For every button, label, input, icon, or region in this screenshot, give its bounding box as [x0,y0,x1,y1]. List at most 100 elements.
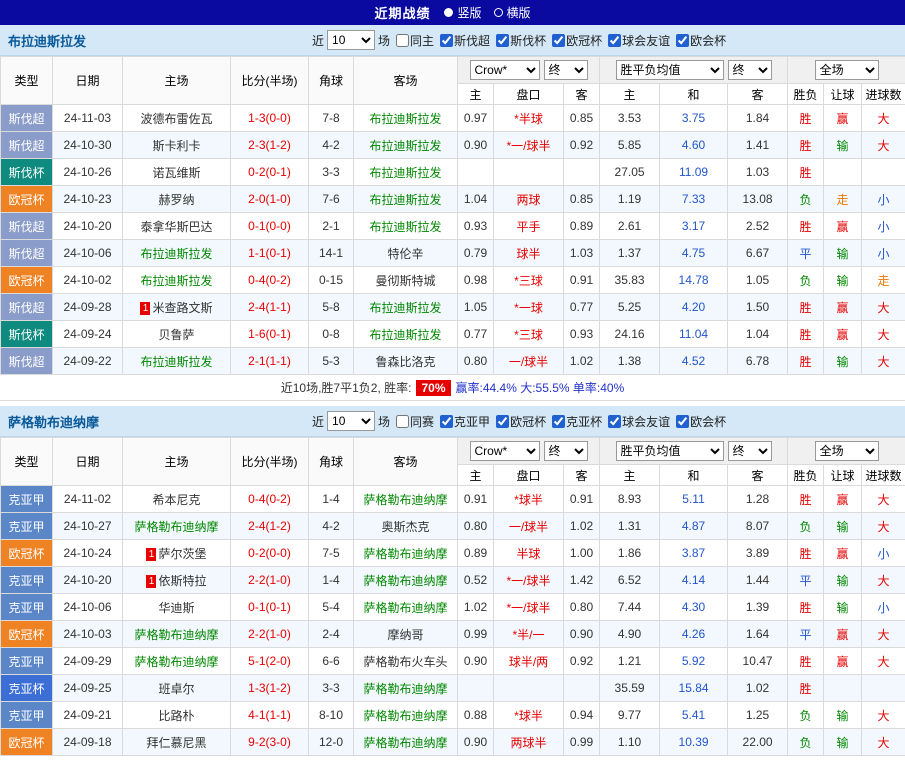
team-link[interactable]: 布拉迪斯拉发 [369,301,441,315]
scope-select[interactable]: 全场 [815,441,879,461]
home-team[interactable]: 诺瓦维斯 [123,159,231,186]
away-team[interactable]: 奥斯杰克 [354,513,458,540]
league-filter-checkbox[interactable]: 欧会杯 [676,32,726,49]
checkbox-input[interactable] [552,415,565,428]
team-link[interactable]: 特伦辛 [387,247,423,261]
checkbox-input[interactable] [496,415,509,428]
team-link[interactable]: 萨格勒布迪纳摩 [363,493,447,507]
away-team[interactable]: 特伦辛 [354,240,458,267]
team-link[interactable]: 布拉迪斯拉发 [369,139,441,153]
team-link[interactable]: 萨格勒布迪纳摩 [363,736,447,750]
home-team[interactable]: 贝鲁萨 [123,321,231,348]
away-team[interactable]: 鲁森比洛克 [354,348,458,375]
away-team[interactable]: 萨格勒布迪纳摩 [354,486,458,513]
odds-time-select[interactable]: 终 [544,60,588,80]
league-filter-checkbox[interactable]: 同主 [396,32,434,49]
away-team[interactable]: 萨格勒布迪纳摩 [354,567,458,594]
league-filter-checkbox[interactable]: 克亚甲 [440,413,490,430]
team-link[interactable]: 萨尔茨堡 [158,547,206,561]
match-count-select[interactable]: 10 [327,30,375,50]
home-team[interactable]: 1米查路文斯 [123,294,231,321]
score-link[interactable]: 0-4(0-2) [231,267,309,294]
home-team[interactable]: 布拉迪斯拉发 [123,240,231,267]
away-team[interactable]: 萨格勒布迪纳摩 [354,729,458,756]
team-link[interactable]: 萨格勒布迪纳摩 [363,574,447,588]
score-link[interactable]: 1-6(0-1) [231,321,309,348]
score-link[interactable]: 2-4(1-2) [231,513,309,540]
scope-select[interactable]: 全场 [815,60,879,80]
team-link[interactable]: 萨格勒布迪纳摩 [363,547,447,561]
team-link[interactable]: 波德布雷佐瓦 [140,112,212,126]
wdl-average-select[interactable]: 胜平负均值 [616,60,724,80]
team-link[interactable]: 萨格勒布迪纳摩 [363,682,447,696]
team-link[interactable]: 萨格勒布迪纳摩 [363,709,447,723]
view-mode-radio[interactable]: 竖版 [444,4,481,21]
team-link[interactable]: 诺瓦维斯 [152,166,200,180]
team-link[interactable]: 萨格勒布火车头 [363,655,447,669]
score-link[interactable]: 2-2(1-0) [231,621,309,648]
radio-icon[interactable] [444,8,453,17]
league-filter-checkbox[interactable]: 同赛 [396,413,434,430]
team-link[interactable]: 贝鲁萨 [158,328,194,342]
home-team[interactable]: 萨格勒布迪纳摩 [123,621,231,648]
away-team[interactable]: 布拉迪斯拉发 [354,213,458,240]
checkbox-input[interactable] [552,34,565,47]
checkbox-input[interactable] [440,34,453,47]
home-team[interactable]: 比路朴 [123,702,231,729]
home-team[interactable]: 班卓尔 [123,675,231,702]
team-name[interactable]: 布拉迪斯拉发 [0,31,312,50]
team-link[interactable]: 布拉迪斯拉发 [369,328,441,342]
score-link[interactable]: 1-1(0-1) [231,240,309,267]
team-name[interactable]: 萨格勒布迪纳摩 [0,412,312,431]
away-team[interactable]: 曼彻斯特城 [354,267,458,294]
away-team[interactable]: 萨格勒布迪纳摩 [354,675,458,702]
league-filter-checkbox[interactable]: 球会友谊 [608,32,670,49]
score-link[interactable]: 4-1(1-1) [231,702,309,729]
team-link[interactable]: 曼彻斯特城 [375,274,435,288]
team-link[interactable]: 萨格勒布迪纳摩 [134,628,218,642]
wdl-average-select[interactable]: 胜平负均值 [616,441,724,461]
league-filter-checkbox[interactable]: 欧冠杯 [496,413,546,430]
home-team[interactable]: 萨格勒布迪纳摩 [123,513,231,540]
home-team[interactable]: 希本尼克 [123,486,231,513]
away-team[interactable]: 摩纳哥 [354,621,458,648]
away-team[interactable]: 布拉迪斯拉发 [354,159,458,186]
home-team[interactable]: 布拉迪斯拉发 [123,348,231,375]
bookmaker-select[interactable]: Crow* [470,441,540,461]
team-link[interactable]: 布拉迪斯拉发 [369,220,441,234]
score-link[interactable]: 2-0(1-0) [231,186,309,213]
away-team[interactable]: 萨格勒布迪纳摩 [354,594,458,621]
wdl-time-select[interactable]: 终 [728,441,772,461]
score-link[interactable]: 9-2(3-0) [231,729,309,756]
away-team[interactable]: 布拉迪斯拉发 [354,186,458,213]
team-link[interactable]: 米查路文斯 [152,301,212,315]
score-link[interactable]: 5-1(2-0) [231,648,309,675]
team-link[interactable]: 希本尼克 [152,493,200,507]
wdl-time-select[interactable]: 终 [728,60,772,80]
league-filter-checkbox[interactable]: 球会友谊 [608,413,670,430]
score-link[interactable]: 2-1(1-1) [231,348,309,375]
score-link[interactable]: 0-2(0-1) [231,159,309,186]
team-link[interactable]: 摩纳哥 [387,628,423,642]
league-filter-checkbox[interactable]: 克亚杯 [552,413,602,430]
league-filter-checkbox[interactable]: 欧会杯 [676,413,726,430]
odds-time-select[interactable]: 终 [544,441,588,461]
match-count-select[interactable]: 10 [327,411,375,431]
away-team[interactable]: 萨格勒布迪纳摩 [354,540,458,567]
home-team[interactable]: 波德布雷佐瓦 [123,105,231,132]
checkbox-input[interactable] [676,415,689,428]
checkbox-input[interactable] [608,34,621,47]
team-link[interactable]: 布拉迪斯拉发 [369,166,441,180]
radio-icon[interactable] [494,8,503,17]
score-link[interactable]: 2-4(1-1) [231,294,309,321]
away-team[interactable]: 萨格勒布迪纳摩 [354,702,458,729]
away-team[interactable]: 布拉迪斯拉发 [354,132,458,159]
league-filter-checkbox[interactable]: 斯伐杯 [496,32,546,49]
team-link[interactable]: 萨格勒布迪纳摩 [134,520,218,534]
home-team[interactable]: 泰拿华斯巴达 [123,213,231,240]
home-team[interactable]: 萨格勒布迪纳摩 [123,648,231,675]
away-team[interactable]: 布拉迪斯拉发 [354,321,458,348]
bookmaker-select[interactable]: Crow* [470,60,540,80]
score-link[interactable]: 1-3(1-2) [231,675,309,702]
score-link[interactable]: 0-1(0-1) [231,594,309,621]
